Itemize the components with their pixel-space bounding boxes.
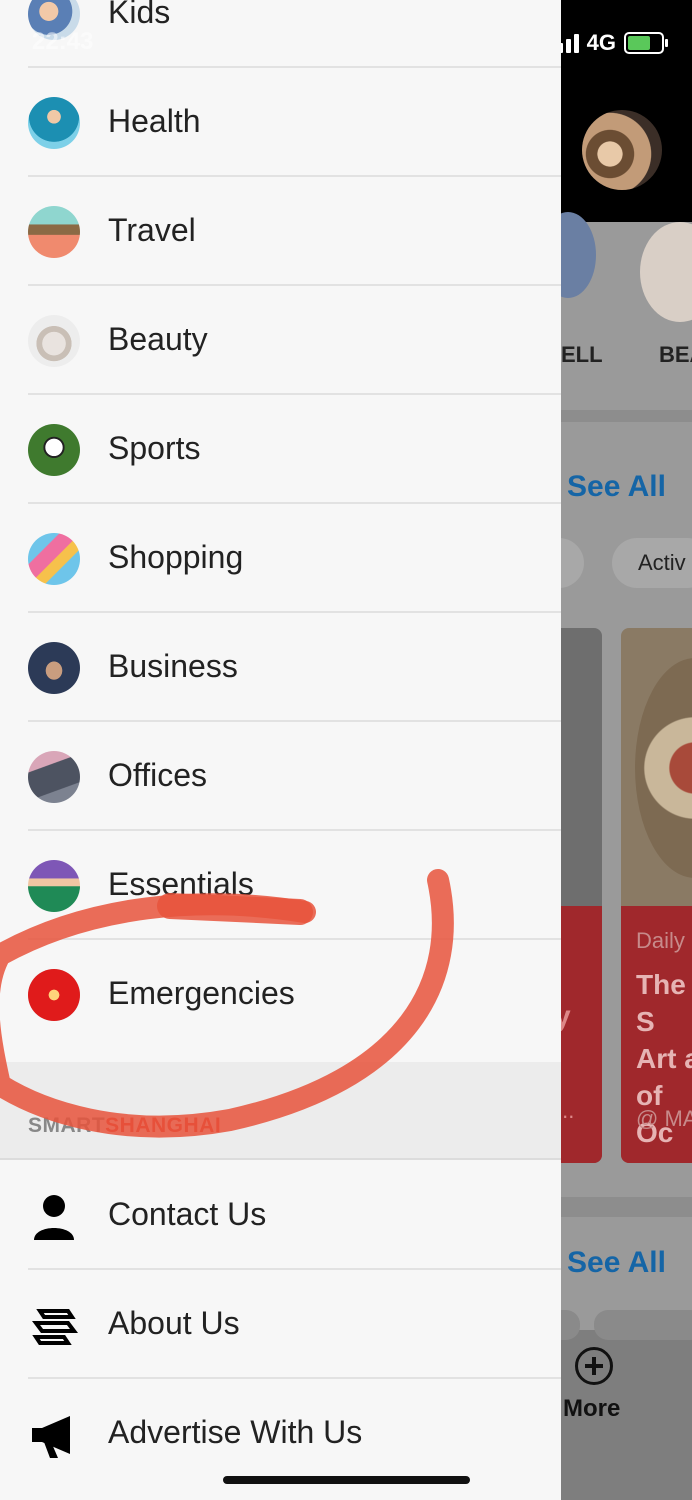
office-building-icon [28, 751, 80, 803]
menu-label: Advertise With Us [108, 1414, 363, 1450]
menu-label: Essentials [108, 866, 254, 902]
reading-person-icon [28, 860, 80, 912]
menu-item-essentials[interactable]: Essentials [0, 832, 561, 940]
side-drawer: Kids 22:43 Health Travel Beauty Sports S… [0, 0, 561, 1500]
megaphone-icon [32, 1416, 70, 1458]
menu-label: Beauty [108, 321, 208, 357]
smartshanghai-logo-icon [32, 1309, 78, 1345]
battery-icon [624, 32, 668, 54]
shopping-bags-icon [28, 533, 80, 585]
network-label: 4G [586, 30, 616, 55]
status-time: 22:43 [32, 28, 94, 55]
menu-label: Offices [108, 757, 207, 793]
beauty-icon [28, 315, 80, 367]
siren-icon [28, 969, 80, 1021]
menu-label: Emergencies [108, 975, 295, 1011]
plus-circle-icon[interactable] [575, 1347, 613, 1385]
status-bar-right: 4G [549, 30, 668, 56]
home-indicator[interactable] [223, 1476, 470, 1484]
menu-item-sports[interactable]: Sports [0, 396, 561, 504]
article-card[interactable]: Daily The S Art a of Oc @ MA [621, 628, 692, 1163]
travel-icon [28, 206, 80, 258]
see-all-link[interactable]: See All [567, 470, 666, 504]
menu-item-advertise[interactable]: Advertise With Us [0, 1380, 561, 1488]
menu-item-shopping[interactable]: Shopping [0, 505, 561, 613]
menu-label: Contact Us [108, 1196, 267, 1232]
health-icon [28, 97, 80, 149]
menu-label: Health [108, 103, 201, 139]
see-all-link-2[interactable]: See All [567, 1246, 666, 1280]
menu-label: Business [108, 648, 238, 684]
handshake-icon [28, 642, 80, 694]
menu-item-about-us[interactable]: About Us [0, 1271, 561, 1379]
filter-pill-activities[interactable]: Activ [612, 538, 692, 588]
menu-label: Shopping [108, 539, 244, 575]
menu-item-emergencies[interactable]: Emergencies [0, 941, 561, 1049]
section-header-smartshanghai: SMARTSHANGHAI [0, 1062, 561, 1160]
category-circle-beauty[interactable] [640, 222, 692, 322]
section-title: SMARTSHANGHAI [28, 1114, 222, 1137]
menu-item-travel[interactable]: Travel [0, 178, 561, 286]
menu-label: Travel [108, 212, 196, 248]
card-tag: Daily [636, 928, 685, 953]
menu-item-contact-us[interactable]: Contact Us [0, 1162, 561, 1270]
menu-item-business[interactable]: Business [0, 614, 561, 722]
category-label-partial-2: BEA [659, 342, 692, 367]
menu-label: Kids [108, 0, 171, 30]
menu-item-health[interactable]: Health [0, 69, 561, 177]
soccer-ball-icon [28, 424, 80, 476]
tab-more[interactable]: More [563, 1395, 620, 1423]
card-byline: @ MA [636, 1106, 692, 1131]
menu-label: Sports [108, 430, 201, 466]
profile-avatar[interactable] [582, 110, 662, 190]
menu-item-offices[interactable]: Offices [0, 723, 561, 831]
menu-label: About Us [108, 1305, 240, 1341]
menu-item-beauty[interactable]: Beauty [0, 287, 561, 395]
person-icon [34, 1195, 74, 1240]
category-label-partial: ELL [561, 342, 603, 367]
